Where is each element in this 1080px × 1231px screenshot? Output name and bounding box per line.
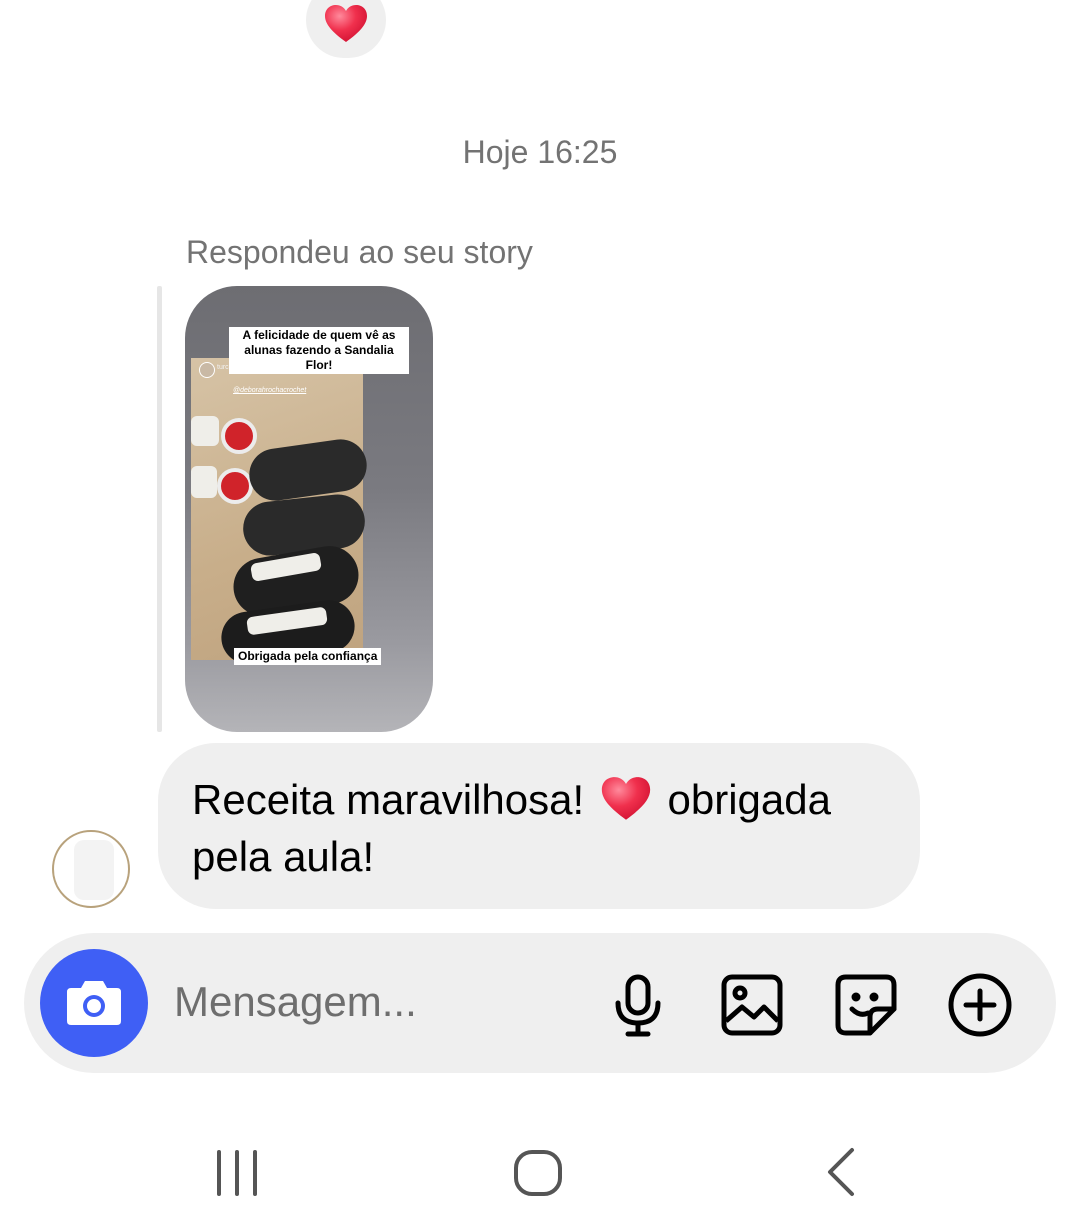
sandal-sole — [245, 436, 371, 504]
heart-icon — [601, 777, 650, 820]
message-timestamp: Hoje 16:25 — [462, 134, 618, 170]
camera-icon — [67, 981, 121, 1025]
camera-button[interactable] — [40, 949, 148, 1057]
story-reply-label: Respondeu ao seu story — [186, 234, 533, 270]
sticker-icon[interactable] — [832, 971, 900, 1039]
heart-icon — [325, 5, 367, 42]
story-caption-top: A felicidade de quem vê as alunas fazend… — [229, 327, 409, 374]
direct-message-screen: Hoje 16:25 Respondeu ao seu story turcac… — [0, 0, 1080, 1231]
heart-reaction[interactable] — [306, 0, 386, 58]
plus-icon[interactable] — [946, 971, 1014, 1039]
recent-apps-icon[interactable] — [205, 1138, 269, 1202]
microphone-icon[interactable] — [604, 971, 672, 1039]
message-composer — [24, 933, 1056, 1073]
sender-avatar[interactable] — [52, 830, 130, 908]
back-icon[interactable] — [810, 1138, 874, 1202]
story-photo — [191, 358, 371, 668]
story-preview[interactable]: turcacroche @deborahrochacrochet A felic… — [185, 286, 433, 732]
system-navigation-bar — [0, 1130, 1080, 1210]
avatar-image — [74, 840, 114, 900]
story-user-avatar — [199, 362, 215, 378]
message-input[interactable] — [172, 977, 576, 1027]
message-bubble[interactable]: Receita maravilhosa! obrigada pela aula! — [158, 743, 920, 909]
story-caption-bottom: Obrigada pela confiança — [234, 648, 382, 665]
sandal-strap — [191, 466, 217, 498]
story-mention-tag: @deborahrochacrochet — [233, 387, 307, 394]
crochet-flower — [221, 418, 257, 454]
crochet-flower — [217, 468, 253, 504]
home-icon[interactable] — [506, 1138, 570, 1202]
gallery-icon[interactable] — [718, 971, 786, 1039]
sandal-sole — [240, 491, 368, 559]
sandal-strap — [191, 416, 219, 446]
reply-indicator-line — [157, 286, 162, 732]
message-text-start: Receita maravilhosa! — [192, 776, 585, 823]
